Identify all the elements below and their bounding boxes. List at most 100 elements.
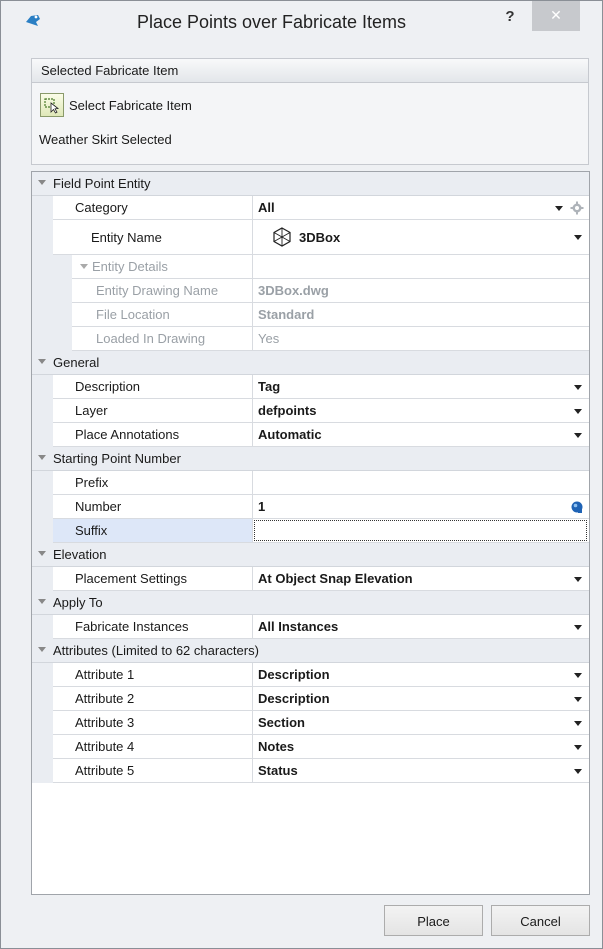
category-starting-point-number[interactable]: Starting Point Number (32, 447, 589, 471)
chevron-down-icon[interactable] (574, 745, 582, 750)
cancel-button[interactable]: Cancel (491, 905, 590, 936)
collapse-arrow-icon[interactable] (38, 551, 46, 556)
entity-name-value: 3DBox (299, 230, 341, 245)
help-button[interactable]: ? (497, 5, 523, 31)
property-name: Number (53, 495, 253, 519)
property-category[interactable]: Category All (32, 196, 589, 220)
attribute-4-dropdown[interactable]: Notes (253, 735, 589, 759)
attribute-1-dropdown[interactable]: Description (253, 663, 589, 687)
prefix-field[interactable] (253, 471, 589, 495)
chevron-down-icon[interactable] (574, 625, 582, 630)
category-label: Apply To (53, 595, 103, 610)
category-apply-to[interactable]: Apply To (32, 591, 589, 615)
property-file-location: File Location Standard (32, 303, 589, 327)
property-value: Standard (253, 303, 589, 327)
subcategory-entity-details[interactable]: Entity Details (32, 255, 589, 279)
gear-icon[interactable] (570, 201, 584, 215)
property-name: Attribute 4 (53, 735, 253, 759)
chevron-down-icon[interactable] (574, 235, 582, 240)
property-value: Status (258, 763, 298, 778)
property-fabricate-instances[interactable]: Fabricate Instances All Instances (32, 615, 589, 639)
chevron-down-icon[interactable] (574, 409, 582, 414)
suffix-input[interactable] (254, 520, 587, 541)
property-value: Description (258, 667, 330, 682)
place-button[interactable]: Place (384, 905, 483, 936)
category-attributes[interactable]: Attributes (Limited to 62 characters) (32, 639, 589, 663)
property-name: Attribute 2 (53, 687, 253, 711)
select-fabricate-item-button[interactable]: Select Fabricate Item (40, 91, 192, 119)
property-entity-drawing-name: Entity Drawing Name 3DBox.dwg (32, 279, 589, 303)
property-name: Layer (53, 399, 253, 423)
property-number[interactable]: Number 1 (32, 495, 589, 519)
property-name: Attribute 1 (53, 663, 253, 687)
property-value: Notes (258, 739, 295, 754)
property-name: Loaded In Drawing (72, 327, 253, 351)
property-name: Attribute 3 (53, 711, 253, 735)
property-value: Yes (253, 327, 589, 351)
select-object-icon (40, 93, 64, 117)
collapse-arrow-icon[interactable] (38, 359, 46, 364)
property-value: Automatic (258, 427, 322, 442)
number-field[interactable]: 1 (253, 495, 589, 519)
property-value: 1 (258, 499, 266, 514)
property-name: File Location (72, 303, 253, 327)
attribute-2-dropdown[interactable]: Description (253, 687, 589, 711)
chevron-down-icon[interactable] (574, 385, 582, 390)
property-prefix[interactable]: Prefix (32, 471, 589, 495)
property-value: At Object Snap Elevation (258, 571, 413, 586)
chevron-down-icon[interactable] (574, 577, 582, 582)
property-description[interactable]: Description Tag (32, 375, 589, 399)
property-layer[interactable]: Layer defpoints (32, 399, 589, 423)
collapse-arrow-icon[interactable] (38, 180, 46, 185)
category-dropdown[interactable]: All (253, 196, 589, 220)
chevron-down-icon[interactable] (574, 769, 582, 774)
property-name: Entity Details (72, 255, 253, 279)
property-value: Description (258, 691, 330, 706)
property-entity-name[interactable]: Entity Name 3DBox (32, 220, 589, 255)
chevron-down-icon[interactable] (574, 433, 582, 438)
chevron-down-icon[interactable] (574, 721, 582, 726)
category-label: Starting Point Number (53, 451, 181, 466)
attribute-3-dropdown[interactable]: Section (253, 711, 589, 735)
category-field-point-entity[interactable]: Field Point Entity (32, 172, 589, 196)
chevron-down-icon[interactable] (574, 697, 582, 702)
property-value: Section (258, 715, 305, 730)
placement-settings-dropdown[interactable]: At Object Snap Elevation (253, 567, 589, 591)
dialog-window: Place Points over Fabricate Items ? ✕ Se… (0, 0, 603, 949)
collapse-arrow-icon[interactable] (38, 455, 46, 460)
place-annotations-dropdown[interactable]: Automatic (253, 423, 589, 447)
close-button[interactable]: ✕ (532, 1, 580, 31)
property-attribute-3[interactable]: Attribute 3 Section (32, 711, 589, 735)
next-point-number-icon[interactable] (570, 500, 584, 514)
property-place-annotations[interactable]: Place Annotations Automatic (32, 423, 589, 447)
layer-dropdown[interactable]: defpoints (253, 399, 589, 423)
property-name: Description (53, 375, 253, 399)
property-attribute-2[interactable]: Attribute 2 Description (32, 687, 589, 711)
property-name: Attribute 5 (53, 759, 253, 783)
attribute-5-dropdown[interactable]: Status (253, 759, 589, 783)
property-value: 3DBox.dwg (253, 279, 589, 303)
property-name: Placement Settings (53, 567, 253, 591)
chevron-down-icon[interactable] (555, 206, 563, 211)
collapse-arrow-icon[interactable] (38, 647, 46, 652)
property-value: All Instances (258, 619, 339, 634)
property-attribute-1[interactable]: Attribute 1 Description (32, 663, 589, 687)
group-title: Selected Fabricate Item (32, 59, 588, 83)
property-placement-settings[interactable]: Placement Settings At Object Snap Elevat… (32, 567, 589, 591)
fabricate-instances-dropdown[interactable]: All Instances (253, 615, 589, 639)
collapse-arrow-icon[interactable] (38, 599, 46, 604)
selected-item-group: Selected Fabricate Item Select Fabricate… (31, 58, 589, 165)
property-grid: Field Point Entity Category All Entity N… (31, 171, 590, 895)
property-attribute-4[interactable]: Attribute 4 Notes (32, 735, 589, 759)
collapse-arrow-icon[interactable] (80, 264, 88, 269)
property-suffix[interactable]: Suffix (32, 519, 589, 543)
entity-name-dropdown[interactable]: 3DBox (253, 220, 589, 255)
category-general[interactable]: General (32, 351, 589, 375)
category-elevation[interactable]: Elevation (32, 543, 589, 567)
property-attribute-5[interactable]: Attribute 5 Status (32, 759, 589, 783)
description-dropdown[interactable]: Tag (253, 375, 589, 399)
subcategory-label: Entity Details (92, 259, 168, 274)
category-label: Attributes (Limited to 62 characters) (53, 643, 259, 658)
chevron-down-icon[interactable] (574, 673, 582, 678)
property-name: Place Annotations (53, 423, 253, 447)
